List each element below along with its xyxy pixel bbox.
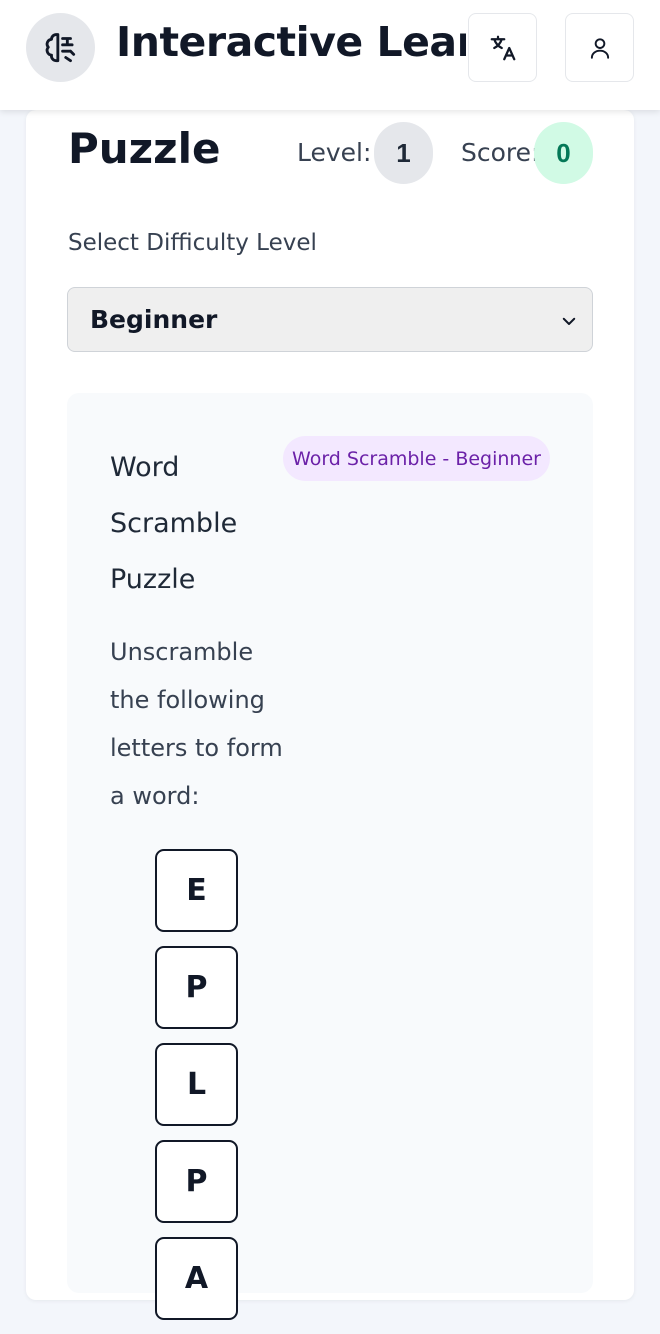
puzzle-title: Word Scramble Puzzle — [110, 452, 238, 595]
chevron-down-icon — [562, 317, 576, 325]
letter-tile[interactable]: P — [155, 946, 238, 1029]
letter-tile[interactable]: P — [155, 1140, 238, 1223]
difficulty-label: Select Difficulty Level — [68, 230, 317, 256]
translate-icon — [490, 35, 515, 60]
score-label: Score: — [461, 138, 540, 167]
profile-button[interactable] — [565, 13, 634, 82]
page-title: Puzzle — [68, 124, 221, 173]
letter-tile[interactable]: E — [155, 849, 238, 932]
level-label: Level: — [297, 138, 372, 167]
letter-tiles: E P L P A — [155, 849, 238, 1334]
brain-icon — [45, 32, 75, 62]
app-header: Interactive Learning — [0, 0, 660, 110]
difficulty-selected-value: Beginner — [90, 305, 218, 334]
level-badge: 1 — [374, 122, 433, 184]
translate-button[interactable] — [468, 13, 537, 82]
app-logo[interactable] — [26, 13, 95, 82]
puzzle-type-badge: Word Scramble - Beginner — [283, 436, 550, 481]
letter-tile[interactable]: A — [155, 1237, 238, 1320]
puzzle-instructions: Unscramble the following letters to form… — [110, 638, 283, 810]
user-icon — [590, 37, 609, 59]
app-title: Interactive Learning — [116, 18, 466, 66]
score-badge: 0 — [534, 122, 593, 184]
letter-tile[interactable]: L — [155, 1043, 238, 1126]
difficulty-select[interactable]: Beginner — [67, 287, 593, 352]
